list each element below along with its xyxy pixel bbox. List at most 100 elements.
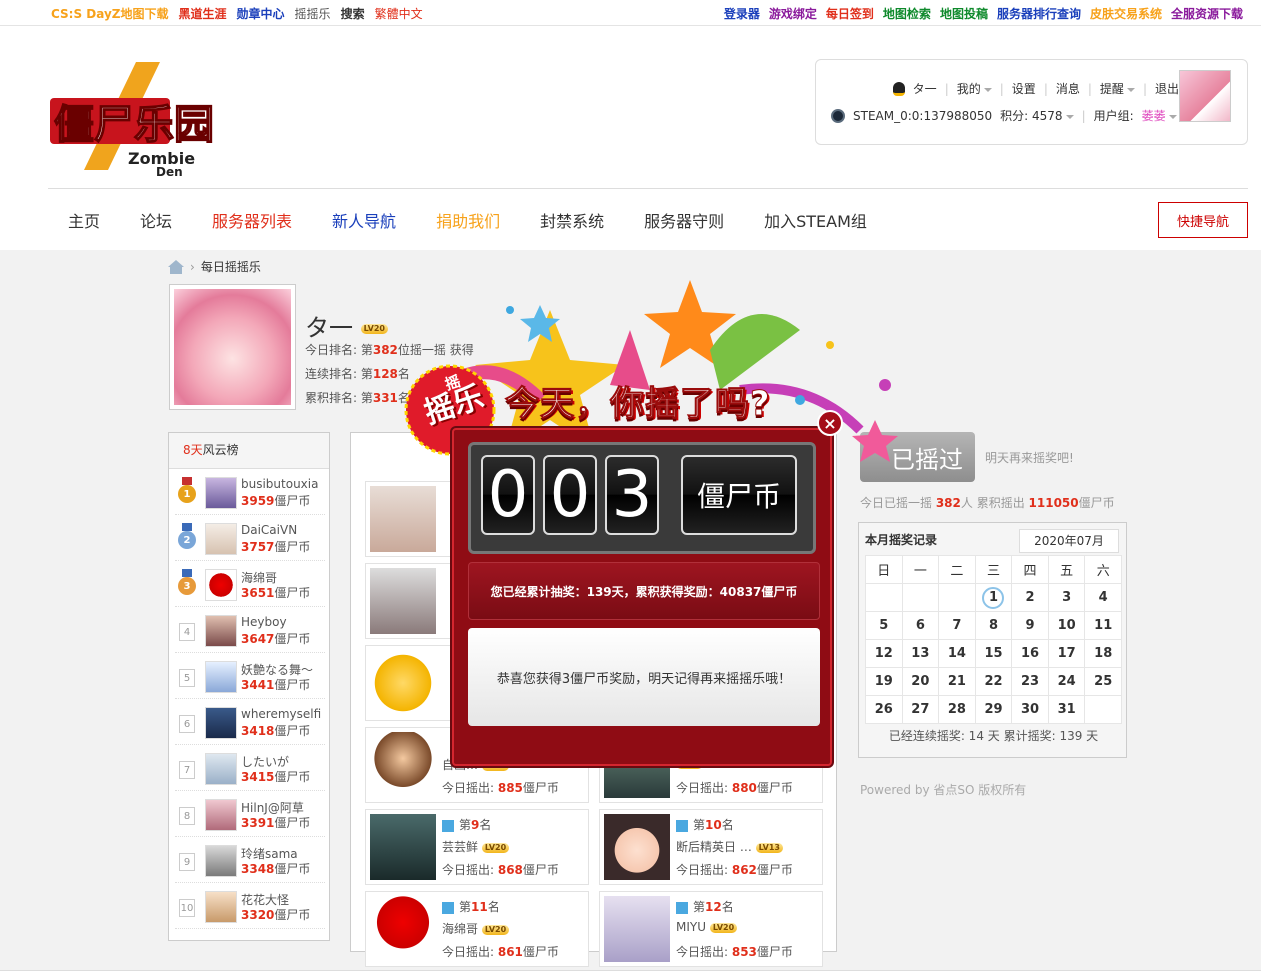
card-rank: 第9名 xyxy=(442,816,491,833)
streak-rank-prefix: 连续排名: 第 xyxy=(305,367,373,381)
card-score-prefix: 今日摇出: xyxy=(676,781,732,795)
settings-link[interactable]: 设置 xyxy=(1012,80,1036,97)
toplink-traditional-chinese[interactable]: 繁體中文 xyxy=(375,5,423,22)
rank-score-value: 3651 xyxy=(241,586,275,600)
card-name-text: 断后精英日 … xyxy=(676,840,752,854)
rank-avatar[interactable] xyxy=(205,707,237,739)
star-icon xyxy=(676,819,688,832)
rank-score: 3418僵尸币 xyxy=(241,722,310,739)
rank-list-item[interactable]: 5 妖艶なる舞～ 3441僵尸币 xyxy=(175,655,325,699)
rank-number: 5 xyxy=(179,669,195,687)
rank-list-item[interactable]: 3 海绵哥 3651僵尸币 xyxy=(175,563,325,607)
medal-rank: 2 xyxy=(178,531,196,549)
toplink-map-submit[interactable]: 地图投稿 xyxy=(940,5,988,22)
rank-score-value: 3757 xyxy=(241,540,275,554)
profile-name-text: タ一 xyxy=(305,314,353,342)
rank-list-item[interactable]: 9 玲绪sama 3348僵尸币 xyxy=(175,839,325,883)
toplink-skin-trade[interactable]: 皮肤交易系统 xyxy=(1090,5,1162,22)
toplink-dayz-maps[interactable]: CS:S DayZ地图下载 xyxy=(51,5,169,22)
list-card[interactable]: 第10名 断后精英日 … LV13 今日摇出: 862僵尸币 xyxy=(599,809,823,885)
logout-link[interactable]: 退出 xyxy=(1155,80,1179,97)
home-icon[interactable] xyxy=(168,259,184,274)
rank-list-item[interactable]: 2 DaiCaiVN 3757僵尸币 xyxy=(175,517,325,561)
my-menu-dropdown[interactable]: 我的 xyxy=(957,80,992,97)
rank-avatar[interactable] xyxy=(205,753,237,785)
card-rank: 第11名 xyxy=(442,898,500,915)
toplink-resource-download[interactable]: 全服资源下载 xyxy=(1171,5,1243,22)
rank-username[interactable]: Heyboy xyxy=(241,615,287,629)
toplink-daily-checkin[interactable]: 每日签到 xyxy=(826,5,874,22)
level-badge: LV20 xyxy=(481,924,510,935)
toplink-search[interactable]: 搜索 xyxy=(341,5,365,22)
rank-list-item[interactable]: 8 HilnJ@阿草 3391僵尸币 xyxy=(175,793,325,837)
top-links-left: CS:S DayZ地图下载 黑道生涯 勋章中心 摇摇乐 搜索 繁體中文 xyxy=(51,5,423,22)
card-name-text: MIYU xyxy=(676,920,707,934)
points-dropdown[interactable]: 积分: 4578 xyxy=(1000,107,1074,124)
nav-newbie-guide[interactable]: 新人导航 xyxy=(312,198,416,242)
toplink-game-binding[interactable]: 游戏绑定 xyxy=(769,5,817,22)
nav-server-list[interactable]: 服务器列表 xyxy=(192,198,312,242)
nav-join-steam-group[interactable]: 加入STEAM组 xyxy=(744,198,887,242)
rank-score-unit: 僵尸币 xyxy=(274,770,311,784)
star-icon xyxy=(676,901,688,914)
top-link-bar: CS:S DayZ地图下载 黑道生涯 勋章中心 摇摇乐 搜索 繁體中文 登录器 … xyxy=(0,0,1261,26)
star-icon xyxy=(442,901,454,914)
toplink-medal-center[interactable]: 勋章中心 xyxy=(237,5,285,22)
group-dropdown[interactable]: 萎萎 xyxy=(1142,107,1177,124)
close-dialog-button[interactable]: × xyxy=(817,410,843,436)
calendar-title: 本月摇奖记录 xyxy=(865,533,938,547)
calendar-day: 14 xyxy=(938,639,976,668)
rank-avatar[interactable] xyxy=(205,477,237,509)
rank-score-unit: 僵尸币 xyxy=(274,862,311,876)
rank-list-item[interactable]: 4 Heyboy 3647僵尸币 xyxy=(175,609,325,653)
user-avatar[interactable] xyxy=(1179,70,1231,122)
messages-link[interactable]: 消息 xyxy=(1056,80,1080,97)
rank-avatar[interactable] xyxy=(205,569,237,601)
nav-forum[interactable]: 论坛 xyxy=(120,198,192,242)
calendar-day: 23 xyxy=(1011,667,1049,696)
nav-server-rules[interactable]: 服务器守则 xyxy=(624,198,744,242)
card-score: 今日摇出: 885僵尸币 xyxy=(442,779,559,796)
rank-list-item[interactable]: 7 したいが 3415僵尸币 xyxy=(175,747,325,791)
rank-avatar[interactable] xyxy=(205,891,237,923)
calendar-day: 20 xyxy=(901,667,940,696)
medal-icon: 3 xyxy=(177,569,197,599)
toplink-map-search[interactable]: 地图检索 xyxy=(883,5,931,22)
rank-list-item[interactable]: 6 wheremyselfi 3418僵尸币 xyxy=(175,701,325,745)
rank-username[interactable]: busibutouxia xyxy=(241,477,318,491)
rank-avatar[interactable] xyxy=(205,845,237,877)
list-card[interactable]: 第11名 海绵哥 LV20 今日摇出: 861僵尸币 xyxy=(365,891,589,967)
rank-avatar[interactable] xyxy=(205,615,237,647)
rank-avatar[interactable] xyxy=(205,661,237,693)
nav-donate[interactable]: 捐助我们 xyxy=(416,198,520,242)
card-rank-prefix: 第 xyxy=(693,900,706,914)
rank-list-item[interactable]: 1 busibutouxia 3959僵尸币 xyxy=(175,471,325,515)
powered-by: Powered by 省点SO 版权所有 xyxy=(860,783,1027,797)
card-rank-prefix: 第 xyxy=(459,818,472,832)
card-score-value: 853 xyxy=(731,945,757,959)
rank-score: 3320僵尸币 xyxy=(241,906,310,923)
nav-home[interactable]: 主页 xyxy=(48,198,120,242)
nav-ban-system[interactable]: 封禁系统 xyxy=(520,198,624,242)
toplink-launcher[interactable]: 登录器 xyxy=(724,5,760,22)
card-score-unit: 僵尸币 xyxy=(522,781,559,795)
reminders-dropdown[interactable]: 提醒 xyxy=(1100,80,1135,97)
list-card[interactable]: 第12名 MIYU LV20 今日摇出: 853僵尸币 xyxy=(599,891,823,967)
rank-username[interactable]: DaiCaiVN xyxy=(241,523,297,537)
username-link[interactable]: タ一 xyxy=(913,80,937,97)
rank-avatar[interactable] xyxy=(205,799,237,831)
list-card[interactable]: 第9名 芸芸鲜 LV20 今日摇出: 868僵尸币 xyxy=(365,809,589,885)
toplink-server-rank[interactable]: 服务器排行查询 xyxy=(997,5,1081,22)
rank-score-unit: 僵尸币 xyxy=(274,908,311,922)
rank-username[interactable]: wheremyselfi xyxy=(241,707,321,721)
site-logo[interactable]: 僵尸乐园 Zombie Den xyxy=(48,60,215,179)
calendar-day: 24 xyxy=(1047,667,1086,696)
rank-list-item[interactable]: 10 花花大怪 3320僵尸币 xyxy=(175,885,325,929)
rank-score-unit: 僵尸币 xyxy=(274,494,311,508)
toplink-shake[interactable]: 摇摇乐 xyxy=(295,5,331,22)
rank-score-value: 3418 xyxy=(241,724,275,738)
quick-nav-button[interactable]: 快捷导航 xyxy=(1158,202,1248,238)
weekday-label: 二 xyxy=(938,555,976,584)
rank-avatar[interactable] xyxy=(205,523,237,555)
toplink-black-career[interactable]: 黑道生涯 xyxy=(179,5,227,22)
